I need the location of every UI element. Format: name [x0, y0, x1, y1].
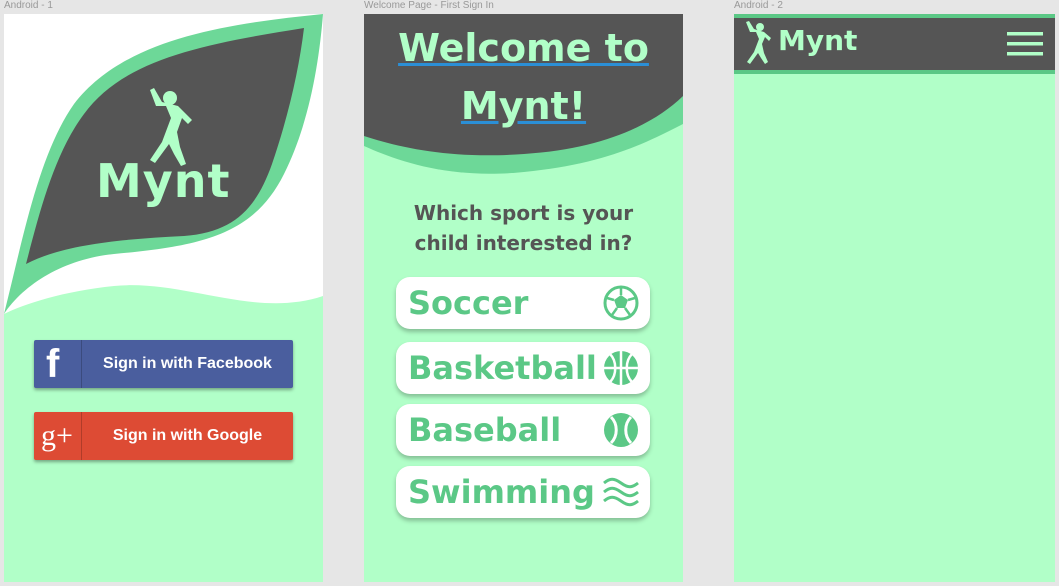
- sport-question: Which sport is your child interested in?: [384, 198, 663, 258]
- google-plus-icon: g+: [34, 412, 82, 460]
- sport-option-baseball[interactable]: Baseball: [396, 404, 650, 456]
- welcome-title-line-2: Mynt!: [460, 84, 587, 128]
- artboard-label-android-1: Android - 1: [4, 0, 53, 11]
- welcome-title-line-1: Welcome to: [398, 26, 649, 70]
- baseball-icon: [604, 413, 638, 447]
- brand-logo-text: Mynt: [96, 154, 231, 208]
- facebook-icon: f: [34, 340, 82, 388]
- sport-option-soccer[interactable]: Soccer: [396, 277, 650, 329]
- header-brand-text: Mynt: [778, 24, 858, 57]
- artboard-label-welcome: Welcome Page - First Sign In: [364, 0, 494, 11]
- google-button-label: Sign in with Google: [112, 427, 263, 444]
- sign-in-google-button[interactable]: g+ Sign in with Google: [34, 412, 293, 460]
- sport-label-basketball: Basketball: [408, 349, 597, 387]
- sign-in-facebook-button[interactable]: f Sign in with Facebook: [34, 340, 293, 388]
- artboard-label-android-2: Android - 2: [734, 0, 783, 11]
- runner-logo-icon: [746, 21, 771, 64]
- sport-question-line-1: Which sport is your: [413, 201, 634, 225]
- hamburger-menu-icon[interactable]: [1007, 31, 1043, 57]
- facebook-button-label: Sign in with Facebook: [103, 355, 272, 372]
- app-header: Mynt: [734, 18, 1055, 74]
- basketball-icon: [604, 351, 638, 385]
- welcome-screen: Welcome to Mynt! Which sport is your chi…: [364, 14, 683, 582]
- sport-option-swimming[interactable]: Swimming: [396, 466, 650, 518]
- android-1-screen: Mynt f Sign in with Facebook g+ Sign in …: [4, 14, 323, 582]
- android-2-screen: Mynt: [734, 14, 1055, 582]
- sport-label-baseball: Baseball: [408, 411, 562, 449]
- sport-option-basketball[interactable]: Basketball: [396, 342, 650, 394]
- sport-label-swimming: Swimming: [408, 473, 595, 511]
- sport-question-line-2: child interested in?: [414, 231, 633, 255]
- soccer-ball-icon: [603, 285, 639, 321]
- sport-label-soccer: Soccer: [408, 284, 529, 322]
- waves-icon: [603, 477, 639, 507]
